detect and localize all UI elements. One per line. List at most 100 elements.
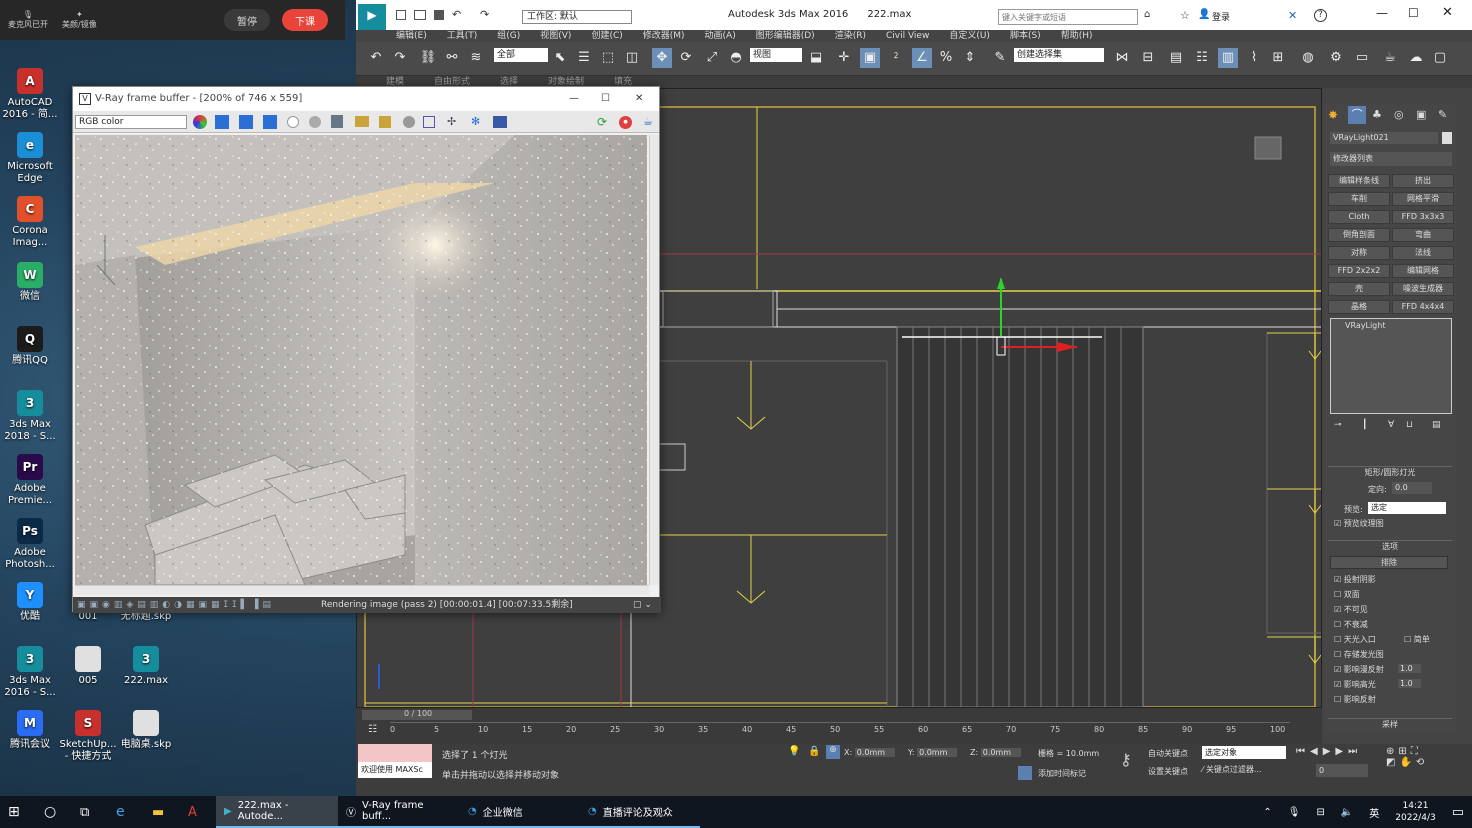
selection-filter-dropdown[interactable]: 全部 [494, 48, 548, 62]
taskbar-app[interactable]: ◔ 直播评论及观众 [580, 796, 700, 828]
percent-snap-icon[interactable]: % [936, 48, 956, 68]
menu-item[interactable]: Civil View [886, 30, 929, 42]
option-checkbox[interactable]: ☐ 天光入口 [1334, 634, 1376, 645]
modifier-button[interactable]: FFD 3x3x3 [1392, 210, 1454, 224]
render-icon[interactable]: ☕ [643, 115, 653, 128]
scale-icon[interactable]: ⤢ [702, 48, 722, 68]
desktop-icon[interactable]: 电脑桌.skp [116, 710, 176, 751]
link-icon[interactable]: ⛓ [418, 48, 438, 68]
rollout-sampling[interactable]: 采样 [1328, 718, 1452, 730]
redo-icon[interactable]: ↷ [480, 8, 489, 21]
exchange-icon[interactable]: ✕ [1288, 9, 1297, 22]
track-bar[interactable]: 0 5 10 15 20 25 30 35 40 45 50 55 60 65 70 75 80 85 90 95 10… [390, 722, 1290, 742]
desktop-icon[interactable]: W 微信 [0, 262, 60, 303]
option-value-spinner[interactable]: 1.0 [1398, 664, 1421, 673]
taskbar-app[interactable]: ◔ 企业微信 [460, 796, 580, 828]
histogram-icon[interactable] [493, 116, 507, 128]
pause-button[interactable]: 暂停 [224, 9, 270, 31]
utilities-tab-icon[interactable]: ✎ [1438, 108, 1447, 121]
render-cloud-icon[interactable]: ☁ [1406, 48, 1426, 68]
desktop-icon[interactable]: 3 3ds Max 2016 - S... [0, 646, 60, 699]
z-coord[interactable]: Z: 0.0mm [970, 748, 1022, 757]
option-value-spinner[interactable]: 1.0 [1398, 679, 1421, 688]
place-icon[interactable]: ◓ [726, 48, 746, 68]
vray-hscroll[interactable] [75, 585, 649, 595]
green-channel-icon[interactable] [239, 115, 253, 129]
menu-item[interactable]: 渲染(R) [835, 30, 866, 42]
modify-tab-icon[interactable]: ⌒ [1348, 106, 1366, 124]
angle-snap-icon[interactable]: ∠ [912, 48, 932, 68]
binoculars-icon[interactable]: ⌂ [1144, 9, 1150, 20]
auto-key-button[interactable]: 自动关键点 [1148, 748, 1188, 759]
vray-vscroll[interactable] [649, 135, 659, 585]
help-icon[interactable]: ? [1314, 9, 1327, 22]
go-start-icon[interactable]: ⏮ [1296, 746, 1310, 757]
zoom-all-icon[interactable]: ⊞ [1398, 746, 1410, 757]
option-checkbox[interactable]: ☐ 影响反射 [1334, 694, 1376, 705]
edge-icon[interactable]: e [108, 796, 144, 828]
modifier-button[interactable]: 对称 [1328, 246, 1390, 260]
material-editor-icon[interactable]: ◍ [1298, 48, 1318, 68]
desktop-icon[interactable]: C Corona Imag... [0, 196, 60, 249]
keyboard-shortcut-icon[interactable]: ▣ [860, 48, 880, 68]
x-coord[interactable]: X: 0.0mm [844, 748, 896, 757]
open-file-icon[interactable] [414, 10, 426, 20]
region-render-icon[interactable] [423, 116, 435, 128]
menu-item[interactable]: 图形编辑器(D) [756, 30, 815, 42]
object-color-swatch[interactable] [1442, 132, 1452, 144]
workspace-dropdown[interactable]: 工作区: 默认 [522, 10, 632, 24]
taskbar-app[interactable]: ▶ 222.max - Autode... [216, 796, 338, 828]
current-frame-field[interactable]: 0 [1316, 764, 1368, 777]
option-checkbox[interactable]: ☑ 影响漫反射 1.0 [1334, 664, 1421, 675]
object-name-field[interactable]: VRayLight021 [1330, 132, 1438, 144]
login-button[interactable]: 登录 [1212, 10, 1230, 23]
save-icon[interactable] [434, 10, 444, 20]
undo-icon[interactable]: ↶ [452, 8, 461, 21]
undo-icon[interactable]: ↶ [366, 48, 386, 68]
modifier-button[interactable]: 挤出 [1392, 174, 1454, 188]
mic-tray-icon[interactable]: 🎙 [1280, 796, 1309, 828]
maximize-button[interactable]: ☐ [1408, 6, 1419, 20]
y-coord[interactable]: Y: 0.0mm [908, 748, 958, 757]
start-button[interactable]: ⊞ [0, 796, 36, 828]
vray-maximize-button[interactable]: ☐ [601, 87, 610, 111]
menu-item[interactable]: 自定义(U) [949, 30, 990, 42]
clock[interactable]: 14:21 2022/4/3 [1387, 796, 1443, 828]
modifier-button[interactable]: 网格平滑 [1392, 192, 1454, 206]
show-end-result-icon[interactable]: ┃ [1362, 420, 1367, 430]
end-live-button[interactable]: 下课 [282, 9, 328, 31]
key-icon[interactable]: ⚷ [1120, 750, 1132, 769]
isolate-icon[interactable]: 💡 [788, 746, 800, 757]
pan-icon[interactable]: ✋ [1399, 757, 1415, 768]
rendered-frame-icon[interactable]: ▭ [1352, 48, 1372, 68]
desktop-icon[interactable]: 005 [58, 646, 118, 687]
modifier-button[interactable]: 编辑样条线 [1328, 174, 1390, 188]
ref-coord-dropdown[interactable]: 视图 [750, 48, 802, 62]
select-object-icon[interactable]: ⬉ [550, 48, 570, 68]
create-tab-icon[interactable]: ✸ [1328, 108, 1338, 122]
modifier-button[interactable]: 倒角剖面 [1328, 228, 1390, 242]
a360-icon[interactable]: ▢ [1430, 48, 1450, 68]
menu-item[interactable]: 帮助(H) [1061, 30, 1093, 42]
channel-dropdown[interactable]: RGB color [75, 115, 187, 129]
modifier-button[interactable]: 弯曲 [1392, 228, 1454, 242]
option-checkbox[interactable]: ☑ 不可见 [1334, 604, 1368, 615]
file-explorer-icon[interactable]: ▬ [144, 796, 180, 828]
star-icon[interactable]: ☆ [1180, 9, 1190, 22]
spinner-snap-icon[interactable]: ⇕ [960, 48, 980, 68]
option-checkbox[interactable]: ☐ 不衰减 [1334, 619, 1368, 630]
hierarchy-tab-icon[interactable]: ♣ [1372, 108, 1382, 121]
taskbar-app[interactable]: Ⓥ V-Ray frame buff... [338, 796, 460, 828]
go-end-icon[interactable]: ⏭ [1348, 746, 1362, 757]
maxscript-listener[interactable] [358, 744, 432, 762]
display-tab-icon[interactable]: ▣ [1416, 108, 1426, 121]
minimize-button[interactable]: — [1376, 6, 1388, 20]
redo-icon[interactable]: ↷ [390, 48, 410, 68]
vray-status-icons[interactable]: ▣▣◉▥◈▤▥◐◑▦▣▦ⵊⵊ▌▐▤ [77, 597, 275, 613]
zoom-extents-icon[interactable]: ⛶ [1411, 746, 1422, 757]
render-setup-icon[interactable]: ⚙ [1326, 48, 1346, 68]
desktop-icon[interactable]: M 腾讯会议 [0, 710, 60, 751]
refresh-icon[interactable]: ⟳ [597, 115, 607, 129]
desktop-icon[interactable]: 3 222.max [116, 646, 176, 687]
help-search-input[interactable] [998, 9, 1138, 25]
